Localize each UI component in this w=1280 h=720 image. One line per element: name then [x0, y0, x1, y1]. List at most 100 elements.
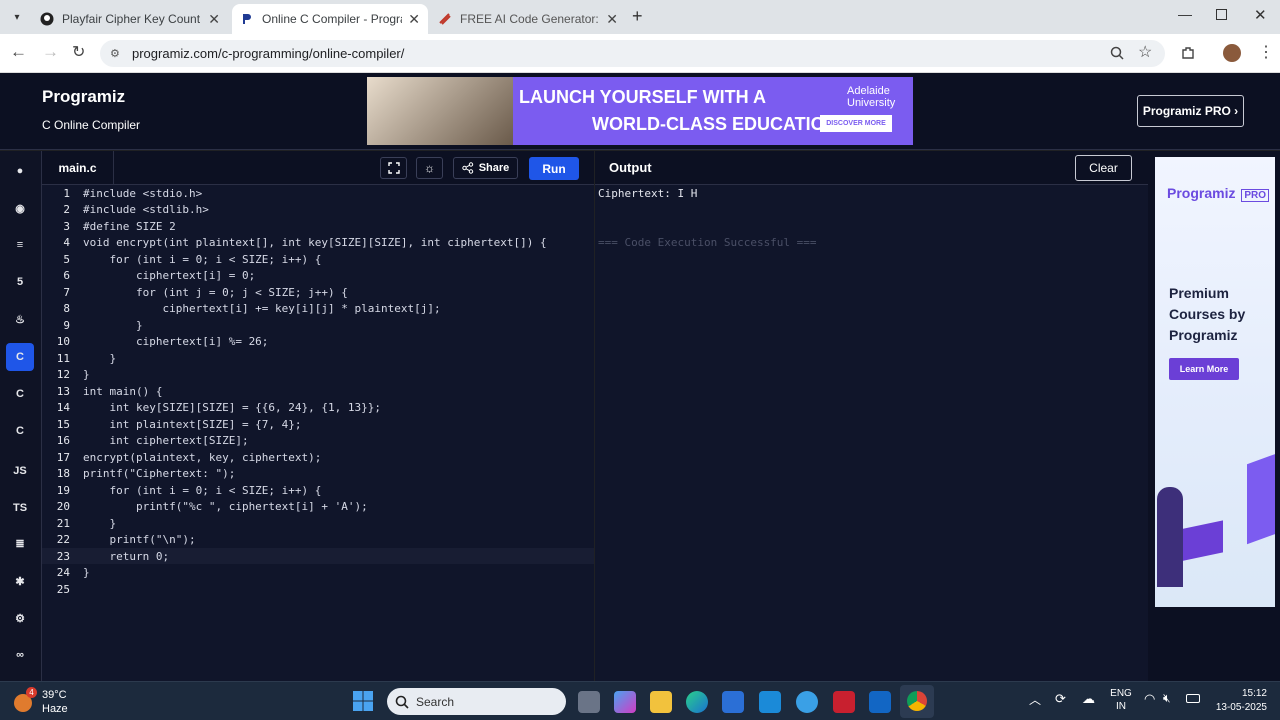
sql-icon[interactable]: ≡ [8, 233, 32, 257]
language-sidebar: ● ◉ ≡ 5 ♨ C C C JS TS ≣ ✱ ⚙ ∞ [0, 151, 42, 681]
close-window-button[interactable]: ✕ [1254, 6, 1267, 24]
menu-icon[interactable]: ⋮ [1258, 42, 1274, 62]
side-ad-card[interactable]: Programiz PRO Premium Courses by Program… [1155, 157, 1275, 607]
typescript-icon[interactable]: TS [8, 496, 32, 520]
browser-toolbar: ← → ↻ ⚙ programiz.com/c-programming/onli… [0, 34, 1280, 73]
chrome-icon [907, 691, 927, 711]
tray-chevron-icon[interactable]: ︿ [1029, 691, 1041, 708]
mcafee-icon[interactable] [833, 691, 855, 713]
code-line: 6 ciphertext[i] = 0; [63, 269, 256, 282]
tab-playfair[interactable]: Playfair Cipher Key Count ✕ [32, 4, 228, 34]
onedrive-icon[interactable]: ☁ [1082, 691, 1095, 707]
java-icon[interactable]: ♨ [8, 307, 32, 331]
tab-programiz[interactable]: Online C Compiler - Programiz ✕ [232, 4, 428, 34]
close-icon[interactable]: ✕ [408, 11, 420, 28]
close-icon[interactable]: ✕ [208, 11, 220, 28]
tab-ai-code[interactable]: FREE AI Code Generator: Gener ✕ [430, 4, 626, 34]
theme-toggle-button[interactable]: ☼ [416, 157, 443, 179]
r-icon[interactable]: ◉ [8, 196, 32, 220]
learn-more-button[interactable]: Learn More [1169, 358, 1239, 380]
share-label: Share [478, 162, 510, 174]
output-title: Output [609, 160, 652, 175]
bookmark-star-icon[interactable]: ☆ [1138, 42, 1152, 62]
language-indicator[interactable]: ENG IN [1108, 687, 1134, 713]
taskbar-search[interactable]: Search [387, 688, 566, 715]
clock-date: 13-05-2025 [1215, 702, 1267, 713]
rust-icon[interactable]: ⚙ [8, 606, 32, 630]
file-explorer-icon[interactable] [650, 691, 672, 713]
clear-button[interactable]: Clear [1075, 155, 1132, 181]
swift-icon[interactable]: ∞ [8, 643, 32, 667]
store-icon[interactable] [722, 691, 744, 713]
fullscreen-button[interactable] [380, 157, 407, 179]
cpp-icon[interactable]: C [8, 382, 32, 406]
search-placeholder: Search [416, 694, 455, 709]
python-icon[interactable]: ● [8, 159, 32, 183]
back-icon[interactable]: ← [10, 42, 27, 62]
edge-icon[interactable] [686, 691, 708, 713]
ad-line1: LAUNCH YOURSELF WITH A [519, 87, 766, 107]
extensions-icon[interactable] [1180, 45, 1196, 61]
code-editor[interactable]: 1 #include <stdio.h> 2 #include <stdlib.h>… [42, 185, 594, 681]
csharp-icon[interactable]: C [8, 419, 32, 443]
outlook-icon[interactable] [869, 691, 891, 713]
expand-icon [387, 162, 400, 174]
windows-taskbar: 4 39°C Haze Search ︿ ⟳ ☁ ENG IN ◠ 🔇︎ 15:… [0, 681, 1280, 720]
javascript-icon[interactable]: JS [8, 459, 32, 483]
sync-icon[interactable]: ⟳ [1055, 691, 1066, 707]
weather-widget[interactable]: 4 39°C Haze [14, 687, 74, 717]
cube-illustration [1247, 449, 1275, 545]
copilot-icon[interactable] [614, 691, 636, 713]
forward-icon[interactable]: → [42, 42, 59, 62]
ad-university: Adelaide University [847, 85, 896, 109]
code-line: 19 for (int i = 0; i < SIZE; i++) { [56, 483, 322, 497]
ad-banner[interactable]: LAUNCH YOURSELF WITH A WORLD-CLASS EDUCA… [367, 77, 913, 145]
task-view-icon[interactable] [578, 691, 600, 713]
clock[interactable]: 15:12 13-05-2025 [1205, 687, 1267, 715]
html-icon[interactable]: 5 [8, 270, 32, 294]
maximize-button[interactable] [1216, 9, 1227, 20]
share-button[interactable]: Share [453, 157, 518, 179]
code-line: 3 #define SIZE 2 [63, 219, 176, 233]
output-line: Ciphertext: I H [598, 187, 698, 200]
tab-title: FREE AI Code Generator: Gener [460, 12, 600, 26]
ad-line2: WORLD-CLASS EDUCATION [592, 114, 838, 134]
programiz-pro-button[interactable]: Programiz PRO › [1137, 95, 1244, 127]
code-line: 7 for (int j = 0; j < SIZE; j++) { [63, 285, 348, 299]
reload-icon[interactable]: ↻ [72, 42, 85, 62]
tab-search-button[interactable]: ▾ [8, 8, 26, 26]
ai-icon [439, 13, 451, 25]
battery-icon[interactable] [1186, 694, 1200, 703]
site-info-icon[interactable]: ⚙ [110, 47, 124, 60]
run-button[interactable]: Run [529, 157, 579, 180]
output-console: Ciphertext: I H === Code Execution Succe… [595, 185, 1148, 681]
close-icon[interactable]: ✕ [606, 11, 618, 28]
c-language-icon[interactable]: C [6, 343, 34, 371]
code-line: 13 int main() { [56, 384, 163, 398]
profile-avatar[interactable] [1223, 44, 1241, 62]
minimize-button[interactable]: — [1178, 6, 1192, 22]
side-ad-panel: Programiz PRO Premium Courses by Program… [1148, 151, 1280, 681]
ad-cta[interactable]: DISCOVER MORE [820, 115, 892, 132]
brand-logo[interactable]: Programiz [42, 87, 125, 107]
address-bar[interactable]: ⚙ programiz.com/c-programming/online-com… [100, 40, 1165, 67]
person-illustration [1157, 487, 1183, 587]
windows-start-icon[interactable] [353, 691, 373, 711]
code-line: 2 #include <stdlib.h> [63, 203, 209, 216]
help-icon[interactable] [796, 691, 818, 713]
zoom-icon[interactable] [1110, 46, 1124, 60]
tab-title: Online C Compiler - Programiz [262, 12, 402, 26]
code-line: 24} [56, 566, 90, 579]
chrome-active-tile[interactable] [900, 685, 934, 718]
php-icon[interactable]: ✱ [8, 569, 32, 593]
pro-badge: PRO [1241, 189, 1270, 202]
hp-icon[interactable] [759, 691, 781, 713]
code-line: 22 printf("\n"); [56, 533, 196, 546]
file-tab[interactable]: main.c [42, 151, 114, 185]
weather-temp: 39°C [42, 689, 67, 701]
books-illustration [1179, 520, 1223, 562]
new-tab-button[interactable]: + [632, 6, 643, 27]
volume-muted-icon[interactable]: 🔇︎ [1163, 691, 1171, 706]
go-icon[interactable]: ≣ [8, 531, 32, 555]
wifi-icon[interactable]: ◠ [1144, 691, 1155, 707]
